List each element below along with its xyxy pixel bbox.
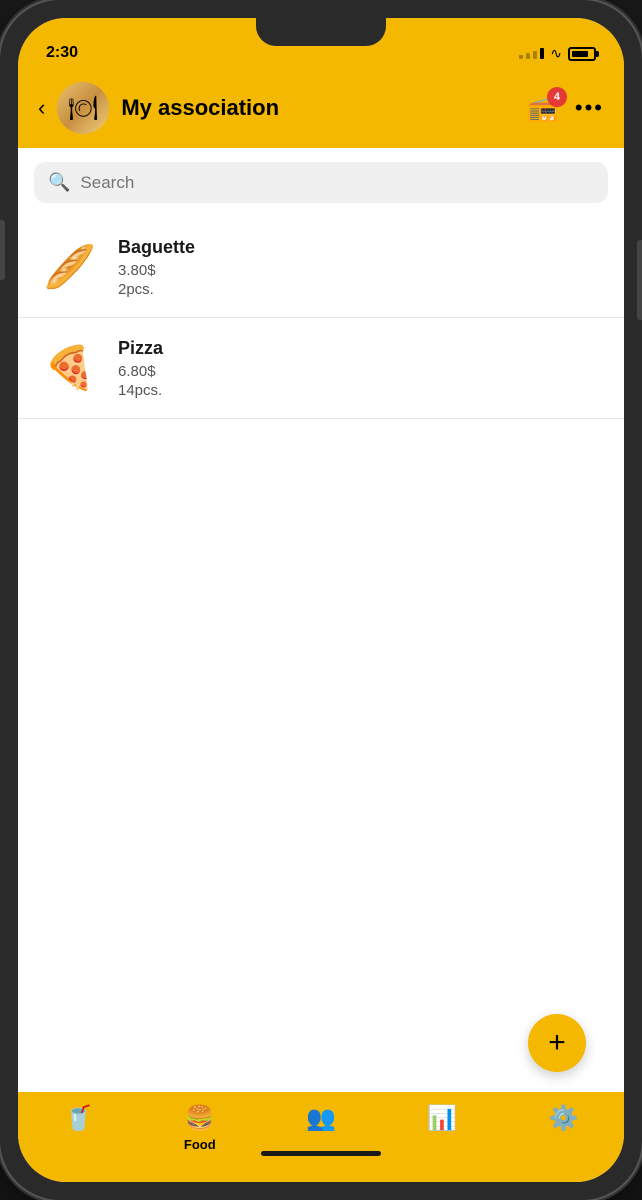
avatar-image: 🍽 — [57, 82, 109, 134]
people-icon: 👥 — [306, 1104, 336, 1133]
home-indicator — [261, 1151, 381, 1156]
chat-button[interactable]: 📻 4 — [527, 93, 559, 124]
more-button[interactable]: ••• — [575, 95, 604, 121]
battery-fill — [572, 51, 588, 57]
battery-icon — [568, 47, 596, 61]
phone-screen: 2:30 ∿ ‹ 🍽 My association — [18, 18, 624, 1182]
side-button-right — [637, 240, 642, 320]
signal-dot-4 — [540, 48, 544, 59]
avatar: 🍽 — [57, 82, 109, 134]
pizza-info: Pizza 6.80$ 14pcs. — [118, 338, 604, 399]
nav-label-food: Food — [184, 1137, 216, 1152]
baguette-name: Baguette — [118, 237, 604, 258]
drinks-icon: 🥤 — [64, 1104, 94, 1133]
baguette-info: Baguette 3.80$ 2pcs. — [118, 237, 604, 298]
baguette-image: 🥖 — [38, 235, 102, 299]
notch — [256, 18, 386, 46]
status-icons: ∿ — [519, 45, 596, 62]
side-button-left — [0, 220, 5, 280]
nav-item-stats[interactable]: 📊 — [382, 1104, 503, 1137]
fab-wrapper: + — [528, 1014, 586, 1072]
baguette-price: 3.80$ — [118, 262, 604, 279]
signal-dot-3 — [533, 51, 537, 59]
notification-badge: 4 — [547, 87, 567, 107]
nav-item-drinks[interactable]: 🥤 — [18, 1104, 139, 1137]
pizza-price: 6.80$ — [118, 363, 604, 380]
header-icons: 📻 4 ••• — [527, 93, 604, 124]
search-input[interactable] — [80, 173, 594, 193]
food-item-baguette[interactable]: 🥖 Baguette 3.80$ 2pcs. — [18, 217, 624, 318]
bottom-nav: 🥤 🍔 Food 👥 📊 ⚙️ — [18, 1092, 624, 1182]
search-box[interactable]: 🔍 — [34, 162, 608, 203]
stats-icon: 📊 — [427, 1104, 457, 1133]
signal-dot-1 — [519, 55, 523, 59]
add-button[interactable]: + — [528, 1014, 586, 1072]
signal-icon — [519, 48, 544, 59]
pizza-image: 🍕 — [38, 336, 102, 400]
wifi-icon: ∿ — [550, 45, 562, 62]
food-items-list: 🥖 Baguette 3.80$ 2pcs. 🍕 Pizza 6.80$ 14p… — [18, 217, 624, 1092]
nav-item-settings[interactable]: ⚙️ — [503, 1104, 624, 1137]
pizza-name: Pizza — [118, 338, 604, 359]
search-icon: 🔍 — [48, 172, 70, 193]
pizza-qty: 14pcs. — [118, 382, 604, 399]
signal-dot-2 — [526, 53, 530, 59]
back-button[interactable]: ‹ — [38, 95, 45, 121]
food-icon: 🍔 — [185, 1104, 215, 1133]
status-time: 2:30 — [46, 44, 519, 62]
nav-item-people[interactable]: 👥 — [260, 1104, 381, 1137]
baguette-qty: 2pcs. — [118, 281, 604, 298]
search-section: 🔍 — [18, 148, 624, 217]
food-item-pizza[interactable]: 🍕 Pizza 6.80$ 14pcs. — [18, 318, 624, 419]
page-title: My association — [121, 95, 514, 121]
content-area: 🔍 🥖 Baguette 3.80$ 2pcs. 🍕 — [18, 148, 624, 1092]
settings-icon: ⚙️ — [548, 1104, 578, 1133]
phone-frame: 2:30 ∿ ‹ 🍽 My association — [0, 0, 642, 1200]
app-header: ‹ 🍽 My association 📻 4 ••• — [18, 68, 624, 148]
nav-item-food[interactable]: 🍔 Food — [139, 1104, 260, 1152]
